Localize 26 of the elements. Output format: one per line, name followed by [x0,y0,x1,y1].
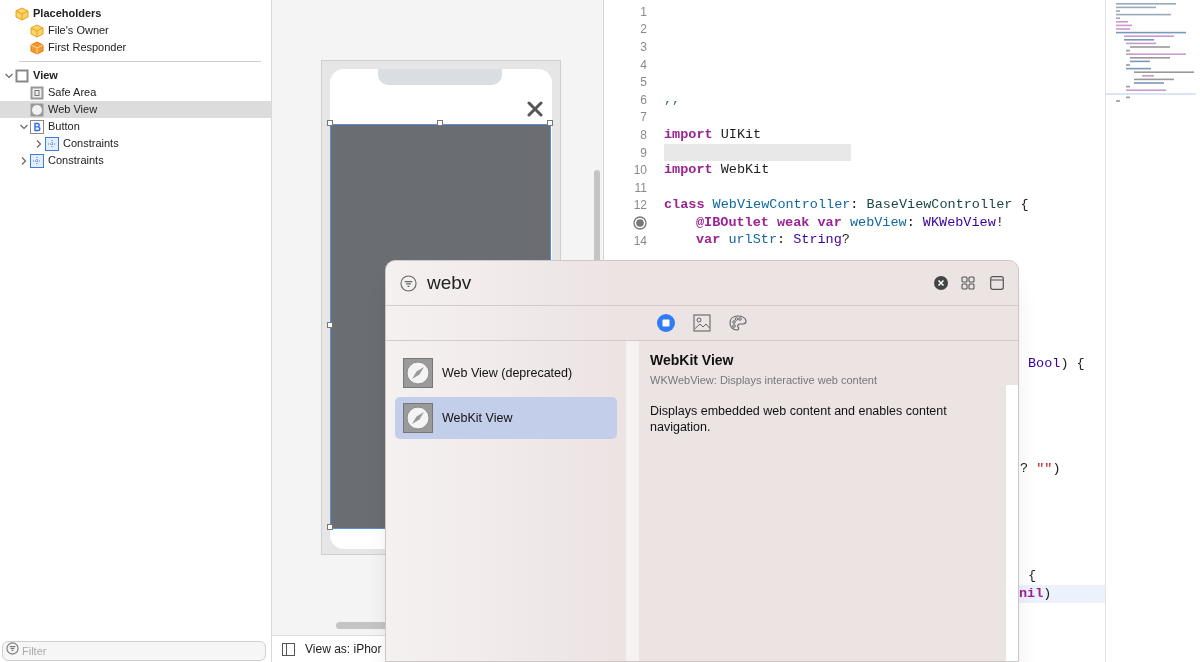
code-line: ? "") [1020,459,1061,478]
line-number: 8 [640,126,647,144]
code-line: @IBOutlet weak var webView: WKWebView! [696,213,1004,232]
line-number: 9 [640,144,647,162]
detail-description: Displays embedded web content and enables content navigation. [650,402,948,435]
line-number: 7 [640,109,647,127]
line-number: 1 [640,3,647,21]
line-number: 2 [640,21,647,39]
line-number: 4 [640,56,647,74]
code-line: Bool) { [1028,354,1085,373]
code-line: ,, [664,90,681,109]
code-line: nil) [1019,584,1052,603]
code-line: class WebViewController: BaseViewController { [664,196,1029,215]
line-number: 10 [633,162,647,180]
detail-title: WebKit View [650,351,735,370]
line-number: 12 [633,197,647,215]
code-line: var urlStr: String? [696,231,850,250]
code-line: import WebKit [664,161,770,179]
line-number: 11 [634,179,647,197]
line-number: 14 [633,232,647,250]
code-line: { [1028,566,1037,585]
line-number: 3 [640,39,647,56]
line-number: 6 [640,91,647,109]
line-number: 5 [640,74,647,92]
detail-subtitle: WKWebView: Displays interactive web content [650,373,879,388]
code-line: import UIKit [664,125,762,144]
